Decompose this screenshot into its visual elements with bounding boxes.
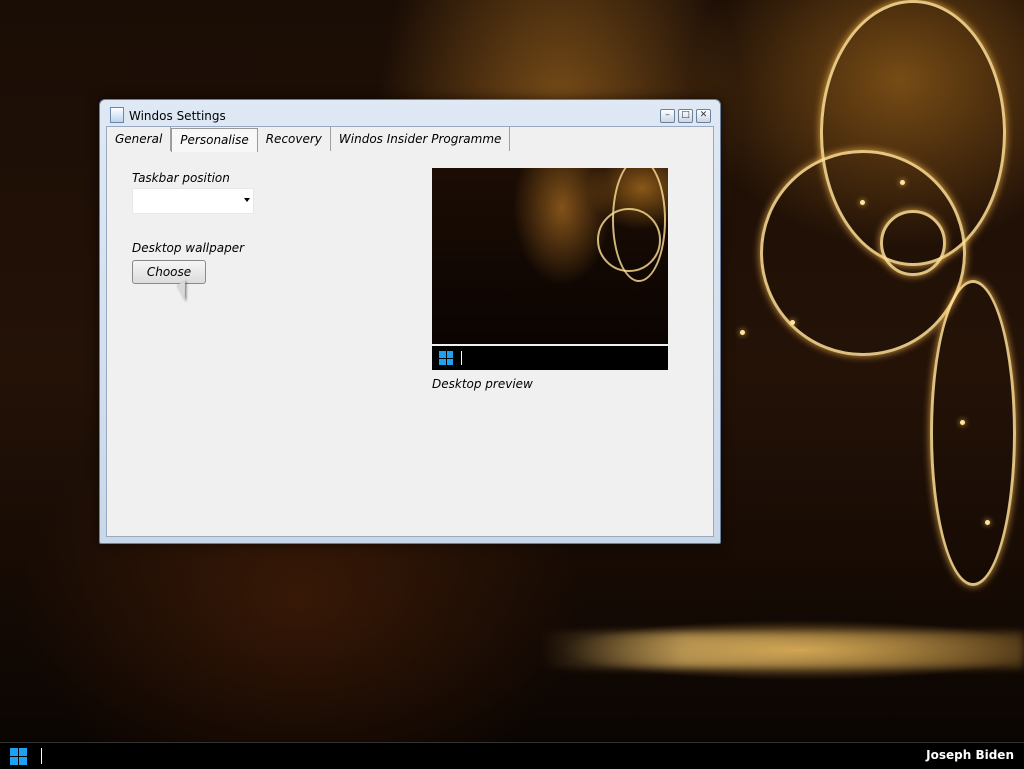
close-button[interactable]: ✕ [696, 109, 711, 123]
taskbar-position-dropdown[interactable] [132, 188, 254, 214]
tab-general[interactable]: General [107, 127, 172, 151]
tab-personalise[interactable]: Personalise [171, 128, 258, 152]
wallpaper-swirl [930, 280, 1016, 586]
wallpaper-dot [985, 520, 990, 525]
tab-bar: General Personalise Recovery Windos Insi… [107, 127, 511, 153]
window-client-area: General Personalise Recovery Windos Insi… [106, 126, 714, 537]
wallpaper-dot [860, 200, 865, 205]
window-title: Windos Settings [129, 109, 226, 123]
choose-wallpaper-button[interactable]: Choose [132, 260, 206, 284]
taskbar-text-caret [41, 748, 42, 764]
preview-text-caret [461, 351, 462, 365]
window-titlebar[interactable]: Windos Settings – □ ✕ [100, 100, 720, 126]
taskbar-user-name[interactable]: Joseph Biden [926, 748, 1014, 762]
wallpaper-dot [740, 330, 745, 335]
tab-recovery[interactable]: Recovery [258, 127, 331, 151]
desktop-preview-caption: Desktop preview [432, 377, 533, 391]
tab-windos-insider-programme[interactable]: Windos Insider Programme [331, 127, 511, 151]
wallpaper-dot [960, 420, 965, 425]
preview-windows-logo-icon [439, 351, 453, 365]
settings-window: Windos Settings – □ ✕ General Personalis… [99, 99, 721, 544]
desktop-preview-image [432, 168, 668, 344]
desktop-wallpaper-label: Desktop wallpaper [132, 241, 245, 255]
dropdown-arrow-icon[interactable] [244, 198, 250, 202]
settings-app-icon [110, 107, 124, 123]
windows-logo-icon[interactable] [10, 748, 27, 765]
minimize-button[interactable]: – [660, 109, 675, 123]
desktop-preview-taskbar [432, 346, 668, 370]
preview-swirl [597, 208, 661, 272]
wallpaper-swirl [880, 210, 946, 276]
wallpaper-dot [790, 320, 795, 325]
taskbar: Joseph Biden [0, 742, 1024, 769]
taskbar-position-label: Taskbar position [132, 171, 230, 185]
light-streak [540, 632, 1024, 668]
maximize-button[interactable]: □ [678, 109, 693, 123]
wallpaper-dot [900, 180, 905, 185]
